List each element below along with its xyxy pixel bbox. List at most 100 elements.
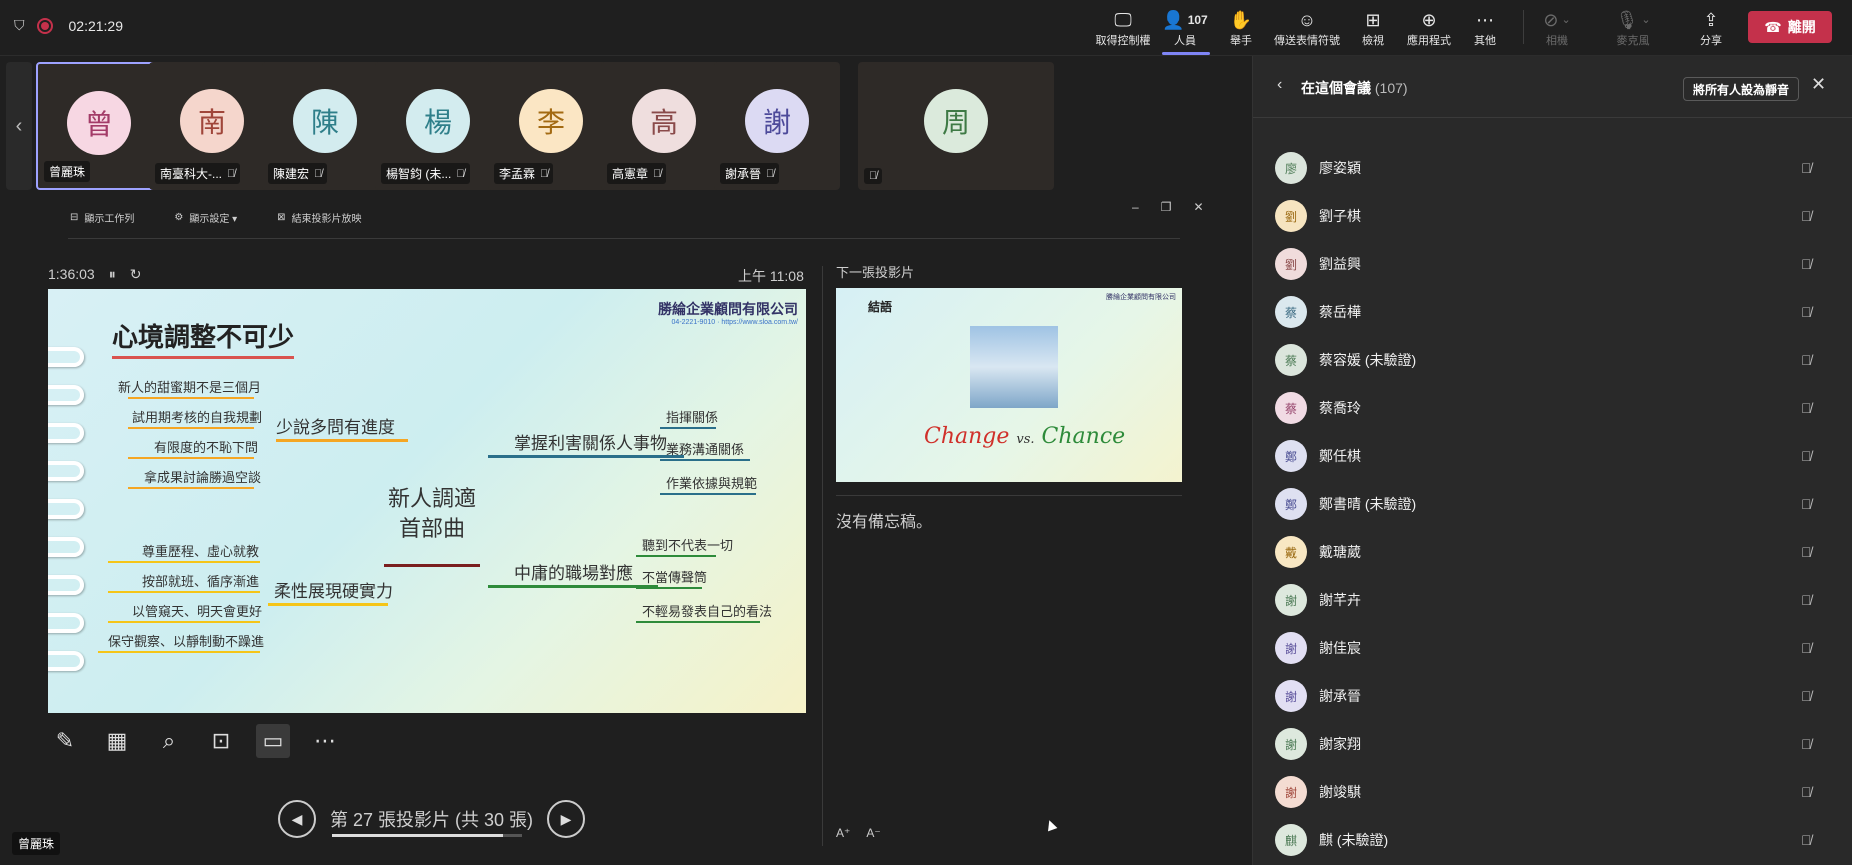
previous-slide-button[interactable]: ◀ [278, 800, 316, 838]
mic-off-icon: 🎙̸ [653, 167, 662, 180]
increase-font-icon[interactable]: A⁺ [836, 826, 850, 840]
mic-off-icon: 🎙̸ [227, 167, 236, 180]
mic-off-icon: 🎙̸ [1801, 832, 1812, 848]
participant-row[interactable]: 蔡蔡喬玲 🎙̸ [1253, 384, 1852, 432]
participant-name: 楊智鈞 (未... [386, 167, 452, 181]
participant-row[interactable]: 蔡蔡容媛 (未驗證) 🎙̸ [1253, 336, 1852, 384]
participant-tile[interactable]: 李李孟霖 🎙̸ [488, 62, 614, 190]
participant-row[interactable]: 謝謝芊卉 🎙̸ [1253, 576, 1852, 624]
participant-row[interactable]: 廖廖姿穎 🎙̸ [1253, 144, 1852, 192]
participant-row[interactable]: 鄭鄭書晴 (未驗證) 🎙̸ [1253, 480, 1852, 528]
hand-icon: ✋ [1229, 10, 1253, 30]
more-button[interactable]: ⋯ 其他 [1454, 8, 1516, 48]
reactions-button[interactable]: ☺ 傳送表情符號 [1274, 8, 1340, 48]
company-logo: 勝綸企業顧問有限公司 04-2221-9010 · https://www.sl… [658, 301, 798, 326]
decrease-font-icon[interactable]: A⁻ [866, 826, 880, 840]
show-taskbar-button[interactable]: ⊟ 顯示工作列 [70, 210, 134, 225]
leaf-underline [660, 427, 716, 429]
participant-name: 謝竣騏 [1319, 784, 1361, 800]
mindmap-leaf: 尊重歷程、虛心就教 [142, 545, 260, 560]
display-settings-button[interactable]: ⚙ 顯示設定 ▾ [174, 210, 237, 225]
participant-tile[interactable]: 高高憲章 🎙̸ [601, 62, 727, 190]
zoom-icon[interactable]: ⌕ [152, 724, 186, 758]
raise-hand-button[interactable]: ✋ 舉手 [1210, 8, 1272, 48]
avatar: 楊 [406, 89, 470, 153]
participant-name-label: 曾麗珠 [44, 161, 91, 182]
mindmap-leaf: 試用期考核的自我規劃 [132, 411, 263, 426]
participant-row[interactable]: 劉劉子棋 🎙̸ [1253, 192, 1852, 240]
take-control-button[interactable]: 🖵 取得控制權 [1092, 8, 1154, 48]
participant-tile[interactable]: 曾曾麗珠 [36, 62, 162, 190]
participant-row[interactable]: 謝謝承晉 🎙̸ [1253, 672, 1852, 720]
current-slide: 心境調整不可少 勝綸企業顧問有限公司 04-2221-9010 · https:… [48, 289, 806, 713]
pause-icon[interactable]: ⏸ [109, 266, 116, 283]
mic-off-icon: 🎙̸ [1801, 592, 1812, 608]
participant-list: 廖廖姿穎 🎙̸ 劉劉子棋 🎙̸ 劉劉益興 🎙̸ 蔡蔡岳樺 🎙̸ 蔡蔡容媛 (未驗證) 🎙̸ 蔡蔡喬玲… [1253, 144, 1852, 864]
mic-off-icon: 🎙̸ [456, 167, 465, 180]
close-icon[interactable]: ✕ [1193, 200, 1203, 214]
elapsed-timer: 1:36:03 ⏸ ↻ [48, 266, 142, 283]
presenter-toolbar: ⊟ 顯示工作列 ⚙ 顯示設定 ▾ ⊠ 結束投影片放映 [70, 210, 362, 225]
participant-tile[interactable]: 楊楊智鈞 (未... 🎙̸ [375, 62, 501, 190]
participant-row[interactable]: 麒麒 (未驗證) 🎙̸ [1253, 816, 1852, 864]
strip-prev-button[interactable]: ‹ [6, 62, 32, 190]
more-dots-icon: ⋯ [1476, 10, 1494, 30]
participant-tile[interactable]: 周 🎙̸ [858, 62, 1054, 190]
participant-tile[interactable]: 南南臺科大-... 🎙̸ [149, 62, 275, 190]
mic-off-icon: 🎙̸ [1801, 352, 1812, 368]
mic-off-icon: 🎙̸ [1801, 784, 1812, 800]
participant-row[interactable]: 謝謝家翔 🎙̸ [1253, 720, 1852, 768]
next-slide-logo: 勝綸企業顧問有限公司 [1106, 294, 1176, 301]
branch-underline [488, 455, 684, 458]
participant-row[interactable]: 蔡蔡岳樺 🎙̸ [1253, 288, 1852, 336]
black-screen-icon[interactable]: ⊡ [204, 724, 238, 758]
participant-name-label: 🎙̸ [864, 168, 883, 184]
camera-off-icon: ⊘ ⌄ [1543, 10, 1571, 30]
mindmap-leaf: 拿成果討論勝過空談 [144, 471, 262, 486]
toolbar-divider [1523, 10, 1524, 44]
participant-row[interactable]: 謝謝竣騏 🎙̸ [1253, 768, 1852, 816]
avatar: 南 [180, 89, 244, 153]
mute-all-button[interactable]: 將所有人設為靜音 [1683, 77, 1800, 101]
apps-button[interactable]: ⊕ 應用程式 [1398, 8, 1460, 48]
more-options-icon[interactable]: ⋯ [308, 724, 342, 758]
share-button[interactable]: ⇪ 分享 [1680, 8, 1742, 48]
share-icon: ⇪ [1703, 10, 1719, 30]
participant-row[interactable]: 謝謝佳宸 🎙̸ [1253, 624, 1852, 672]
leaf-underline [108, 591, 260, 593]
view-button[interactable]: ⊞ 檢視 [1342, 8, 1404, 48]
leaf-underline [128, 427, 254, 429]
end-slideshow-button[interactable]: ⊠ 結束投影片放映 [277, 210, 361, 225]
leaf-underline [660, 493, 756, 495]
participant-row[interactable]: 戴戴瑭葳 🎙̸ [1253, 528, 1852, 576]
mic-off-icon: 🎙̸ [766, 167, 775, 180]
mic-off-icon: 🎙̸ [1801, 496, 1812, 512]
participant-row[interactable]: 劉劉益興 🎙̸ [1253, 240, 1852, 288]
restore-icon[interactable]: ❐ [1161, 200, 1172, 214]
see-all-slides-icon[interactable]: ▦ [100, 724, 134, 758]
participant-name: 謝承晉 [1319, 688, 1361, 704]
people-button[interactable]: 👤 107 人員 [1154, 8, 1216, 48]
participant-tile[interactable]: 陳陳建宏 🎙̸ [262, 62, 388, 190]
minimize-icon[interactable]: – [1132, 200, 1139, 214]
participant-name: 謝承晉 [725, 167, 762, 181]
branch-underline [268, 603, 388, 606]
mic-button[interactable]: 🎙 ⌄ 麥克風 [1602, 8, 1664, 48]
end-show-icon: ⊠ [277, 212, 286, 223]
back-chevron-icon[interactable]: ‹ [1277, 76, 1282, 94]
mindmap-leaf: 聽到不代表一切 [642, 539, 734, 554]
reset-icon[interactable]: ↻ [130, 266, 142, 283]
camera-button[interactable]: ⊘ ⌄ 相機 [1526, 8, 1588, 48]
next-slide-preview[interactable]: 結語 勝綸企業顧問有限公司 Change vs. Chance [836, 288, 1182, 482]
pane-divider[interactable] [822, 266, 823, 846]
mic-off-icon: 🎙̸ [1801, 640, 1812, 656]
camera-toggle-icon[interactable]: ▭ [256, 724, 290, 758]
close-icon[interactable]: ✕ [1811, 74, 1826, 95]
people-tab-indicator [1162, 52, 1210, 55]
participant-row[interactable]: 鄭鄭任棋 🎙̸ [1253, 432, 1852, 480]
leave-button[interactable]: ☎ 離開 [1748, 11, 1832, 43]
next-slide-button[interactable]: ▶ [547, 800, 586, 838]
pen-icon[interactable]: ✎ [48, 724, 82, 758]
leaf-underline [660, 459, 750, 461]
participant-tile[interactable]: 謝謝承晉 🎙̸ [714, 62, 840, 190]
